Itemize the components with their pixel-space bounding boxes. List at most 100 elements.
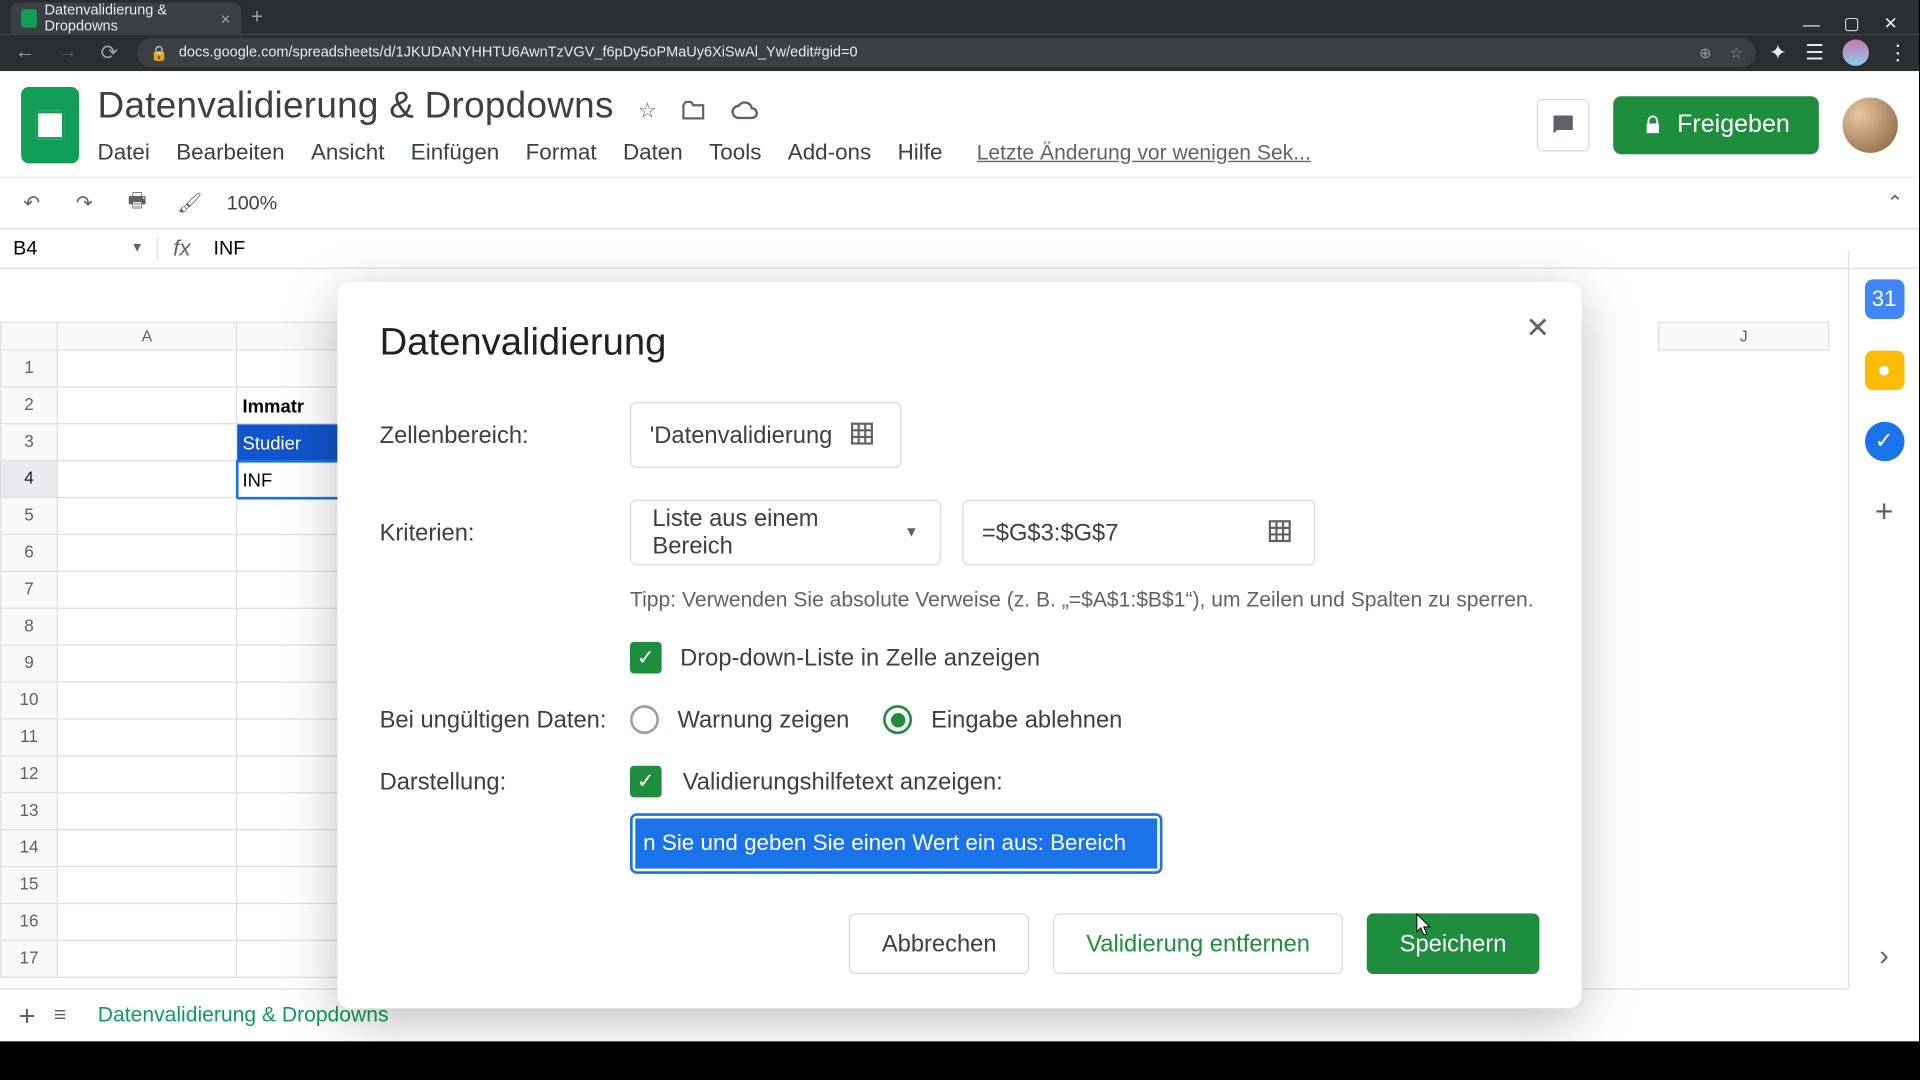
calendar-icon[interactable]: 31 [1864, 279, 1904, 319]
cell[interactable] [58, 572, 237, 609]
row-header[interactable]: 5 [0, 498, 58, 535]
newtab-button[interactable]: + [241, 3, 273, 35]
formula-value[interactable]: INF [206, 237, 246, 259]
star-icon[interactable]: ☆ [1730, 44, 1743, 61]
row-header[interactable]: 17 [0, 941, 58, 978]
name-box[interactable]: B4 ▼ [0, 237, 158, 259]
menu-data[interactable]: Daten [623, 140, 683, 166]
cell[interactable] [237, 867, 342, 904]
row-header[interactable]: 11 [0, 720, 58, 757]
cell[interactable] [58, 424, 237, 461]
cell[interactable] [237, 904, 342, 941]
cell[interactable]: Immatr [237, 387, 342, 424]
menu-tools[interactable]: Tools [709, 140, 761, 166]
profile-avatar[interactable] [1843, 40, 1869, 66]
cell-range-input[interactable]: 'Datenvalidierung [630, 402, 902, 468]
cell[interactable] [237, 720, 342, 757]
radio-show-warning[interactable] [630, 705, 659, 734]
cell[interactable] [237, 609, 342, 646]
paint-format-icon[interactable]: 🖌 [174, 187, 206, 219]
cell[interactable] [237, 683, 342, 720]
spreadsheet-grid[interactable]: A 12Immatr3Studier4INF567891011121314151… [0, 322, 343, 989]
radio-reject-input[interactable] [884, 705, 913, 734]
menu-edit[interactable]: Bearbeiten [176, 140, 284, 166]
row-header[interactable]: 13 [0, 793, 58, 830]
cell[interactable] [58, 387, 237, 424]
sheets-logo-icon[interactable] [21, 87, 79, 163]
print-icon[interactable]: 🖶 [121, 187, 153, 219]
document-title[interactable]: Datenvalidierung & Dropdowns [98, 84, 614, 125]
cell[interactable] [58, 793, 237, 830]
cancel-button[interactable]: Abbrechen [849, 913, 1030, 974]
readlist-icon[interactable]: ☰ [1805, 40, 1824, 66]
criteria-range-input[interactable]: =$G$3:$G$7 [962, 500, 1315, 566]
select-range-icon[interactable] [848, 420, 877, 449]
minimize-icon[interactable]: — [1803, 14, 1820, 34]
cell[interactable] [237, 498, 342, 535]
cell[interactable] [58, 720, 237, 757]
row-header[interactable]: 4 [0, 461, 58, 498]
reload-icon[interactable]: ⟳ [95, 38, 124, 67]
cell[interactable] [58, 830, 237, 867]
remove-validation-button[interactable]: Validierung entfernen [1053, 913, 1343, 974]
account-avatar[interactable] [1843, 98, 1898, 153]
cell[interactable] [237, 646, 342, 683]
row-header[interactable]: 15 [0, 867, 58, 904]
cell[interactable] [58, 535, 237, 572]
cell[interactable] [58, 646, 237, 683]
cell[interactable] [58, 609, 237, 646]
row-header[interactable]: 6 [0, 535, 58, 572]
cell[interactable] [58, 683, 237, 720]
address-bar[interactable]: 🔒 docs.google.com/spreadsheets/d/1JKUDAN… [137, 38, 1756, 67]
cell[interactable] [237, 793, 342, 830]
cell[interactable] [58, 757, 237, 794]
keep-icon[interactable]: ● [1864, 351, 1904, 391]
share-button[interactable]: Freigeben [1614, 96, 1819, 154]
cell[interactable] [58, 351, 237, 388]
select-range-icon[interactable] [1267, 518, 1296, 547]
collapse-toolbar-icon[interactable]: ⌃ [1887, 191, 1904, 215]
cell[interactable] [237, 941, 342, 978]
helptext-input[interactable]: n Sie und geben Sie einen Wert ein aus: … [630, 813, 1162, 874]
cell[interactable] [58, 867, 237, 904]
cell[interactable] [237, 572, 342, 609]
cell[interactable] [237, 351, 342, 388]
row-header[interactable]: 16 [0, 904, 58, 941]
column-header-B[interactable] [237, 322, 342, 351]
row-header[interactable]: 7 [0, 572, 58, 609]
cell[interactable]: Studier [237, 424, 342, 461]
row-header[interactable]: 9 [0, 646, 58, 683]
row-header[interactable]: 1 [0, 351, 58, 388]
zoom-icon[interactable]: ⊕ [1699, 44, 1711, 61]
cell[interactable] [58, 941, 237, 978]
cell[interactable]: INF [237, 461, 342, 498]
menu-help[interactable]: Hilfe [898, 140, 943, 166]
criteria-type-dropdown[interactable]: Liste aus einem Bereich ▼ [630, 500, 941, 566]
row-header[interactable]: 14 [0, 830, 58, 867]
menu-addons[interactable]: Add-ons [788, 140, 871, 166]
show-helptext-checkbox[interactable]: ✓ [630, 766, 662, 798]
cloud-icon[interactable] [731, 96, 760, 125]
comments-button[interactable] [1537, 99, 1590, 152]
cell[interactable] [58, 904, 237, 941]
menu-insert[interactable]: Einfügen [411, 140, 499, 166]
add-sheet-button[interactable]: + [18, 998, 35, 1032]
row-header[interactable]: 3 [0, 424, 58, 461]
cell[interactable] [237, 535, 342, 572]
close-icon[interactable]: ✕ [1526, 311, 1550, 345]
last-edit-text[interactable]: Letzte Änderung vor wenigen Sek... [977, 142, 1311, 166]
redo-icon[interactable]: ↷ [69, 187, 101, 219]
row-header[interactable]: 12 [0, 757, 58, 794]
cell[interactable] [237, 757, 342, 794]
all-sheets-button[interactable]: ≡ [54, 1004, 66, 1028]
select-all-corner[interactable] [0, 322, 58, 351]
browser-tab[interactable]: Datenvalidierung & Dropdowns × [11, 3, 242, 35]
row-header[interactable]: 8 [0, 609, 58, 646]
tasks-icon[interactable]: ✓ [1864, 422, 1904, 462]
undo-icon[interactable]: ↶ [16, 187, 48, 219]
menu-format[interactable]: Format [526, 140, 597, 166]
menu-file[interactable]: Datei [98, 140, 150, 166]
column-header-A[interactable]: A [58, 322, 237, 351]
save-button[interactable]: Speichern [1367, 913, 1540, 974]
move-icon[interactable] [681, 98, 707, 124]
